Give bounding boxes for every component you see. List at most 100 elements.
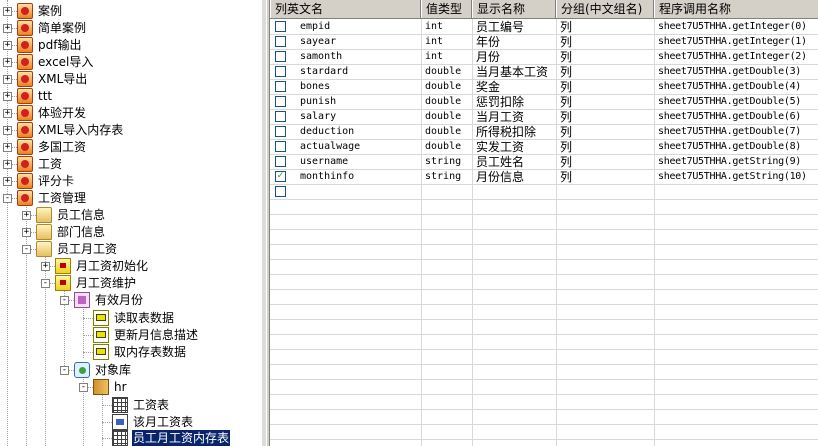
tree-node[interactable]: + XML导入内存表 — [0, 122, 260, 139]
header-display-name[interactable]: 显示名称 — [472, 0, 556, 18]
cell-call-name[interactable]: sheet7U5THHA.getDouble(3) — [654, 65, 818, 79]
tree-node[interactable]: + ttt — [0, 88, 260, 105]
tree-node-label[interactable]: 员工月工资内存表 — [130, 429, 232, 446]
cell-value-type[interactable]: int — [421, 50, 472, 64]
expand-icon[interactable]: + — [3, 177, 12, 186]
table-row[interactable] — [270, 320, 818, 335]
cell-display-name[interactable]: 惩罚扣除 — [472, 95, 556, 109]
table-row[interactable]: bones double 奖金列 sheet7U5THHA.getDouble(4) — [270, 80, 818, 95]
cell-column-name[interactable]: stardard — [296, 65, 421, 79]
cell-column-name[interactable]: monthinfo — [296, 170, 421, 184]
cell-call-name[interactable]: sheet7U5THHA.getString(10) — [654, 170, 818, 184]
cell-group[interactable]: 列 — [556, 125, 654, 139]
table-row[interactable] — [270, 215, 818, 230]
header-column-name[interactable]: 列英文名 — [270, 0, 421, 18]
row-checkbox[interactable]: ✓ — [275, 171, 286, 182]
tree-node-label[interactable]: 工资 — [37, 156, 63, 173]
table-row[interactable] — [270, 410, 818, 425]
tree-node[interactable]: 工资表 — [0, 397, 260, 414]
expand-icon[interactable]: + — [3, 24, 12, 33]
row-checkbox[interactable] — [275, 66, 286, 77]
collapse-icon[interactable]: - — [41, 279, 50, 288]
cell-call-name[interactable]: sheet7U5THHA.getDouble(5) — [654, 95, 818, 109]
table-row[interactable]: ✓ monthinfo string 月份信息列 sheet7U5THHA.getStr… — [270, 170, 818, 185]
tree-node-label[interactable]: 该月工资表 — [132, 414, 194, 431]
cell-call-name[interactable]: sheet7U5THHA.getString(9) — [654, 155, 818, 169]
tree-node[interactable]: 更新月信息描述 — [0, 327, 260, 344]
row-checkbox[interactable] — [275, 36, 286, 47]
expand-icon[interactable]: + — [3, 58, 12, 67]
cell-value-type[interactable] — [421, 185, 472, 199]
table-row[interactable]: actualwage double 实发工资列 sheet7U5THHA.getDou… — [270, 140, 818, 155]
table-row[interactable] — [270, 260, 818, 275]
tree-node-label[interactable]: 取内存表数据 — [113, 344, 187, 361]
table-row[interactable]: deduction double 所得税扣除列 sheet7U5THHA.getDou… — [270, 125, 818, 140]
tree-node-label[interactable]: XML导出 — [37, 71, 88, 88]
cell-column-name[interactable]: username — [296, 155, 421, 169]
cell-value-type[interactable]: double — [421, 125, 472, 139]
tree-node[interactable]: + 多国工资 — [0, 139, 260, 156]
expand-icon[interactable]: + — [3, 143, 12, 152]
tree-node[interactable]: - 有效月份 — [0, 292, 260, 309]
tree-node-label[interactable]: 员工月工资 — [56, 241, 118, 258]
expand-icon[interactable]: + — [41, 262, 50, 271]
tree-node-label[interactable]: 月工资初始化 — [75, 258, 149, 275]
tree-node-label[interactable]: pdf输出 — [37, 37, 82, 54]
tree-node-label[interactable]: 评分卡 — [37, 173, 75, 190]
row-checkbox[interactable] — [275, 21, 286, 32]
tree-node-label[interactable]: 案例 — [37, 3, 63, 20]
tree-node[interactable]: 读取表数据 — [0, 310, 260, 327]
header-call-name[interactable]: 程序调用名称 — [654, 0, 818, 18]
cell-group[interactable]: 列 — [556, 110, 654, 124]
tree-node[interactable]: + 员工信息 — [0, 207, 260, 224]
collapse-icon[interactable]: - — [60, 296, 69, 305]
cell-column-name[interactable]: salary — [296, 110, 421, 124]
table-row[interactable] — [270, 305, 818, 320]
table-row[interactable] — [270, 185, 818, 200]
table-row[interactable]: username string 员工姓名列 sheet7U5THHA.getStrin… — [270, 155, 818, 170]
table-row[interactable]: stardard double 当月基本工资列 sheet7U5THHA.getDou… — [270, 65, 818, 80]
tree-node[interactable]: + 体验开发 — [0, 105, 260, 122]
tree-node-label[interactable]: 更新月信息描述 — [113, 327, 199, 344]
cell-group[interactable]: 列 — [556, 50, 654, 64]
row-checkbox[interactable] — [275, 156, 286, 167]
header-value-type[interactable]: 值类型 — [421, 0, 472, 18]
cell-value-type[interactable]: double — [421, 80, 472, 94]
table-row[interactable] — [270, 275, 818, 290]
tree-node[interactable]: 取内存表数据 — [0, 344, 260, 361]
expand-icon[interactable]: + — [22, 211, 31, 220]
tree-node-label[interactable]: 工资表 — [132, 397, 170, 414]
tree-node[interactable]: + XML导出 — [0, 71, 260, 88]
tree-node[interactable]: - 对象库 — [0, 362, 260, 379]
cell-group[interactable]: 列 — [556, 65, 654, 79]
cell-display-name[interactable]: 年份 — [472, 35, 556, 49]
tree-node-label[interactable]: excel导入 — [37, 54, 94, 71]
cell-value-type[interactable]: double — [421, 65, 472, 79]
row-checkbox[interactable] — [275, 81, 286, 92]
tree-node[interactable]: - hr — [0, 379, 260, 396]
cell-value-type[interactable]: string — [421, 170, 472, 184]
expand-icon[interactable]: + — [3, 41, 12, 50]
tree-node[interactable]: + 案例 — [0, 3, 260, 20]
cell-call-name[interactable]: sheet7U5THHA.getDouble(4) — [654, 80, 818, 94]
cell-group[interactable] — [556, 185, 654, 199]
table-row[interactable]: salary double 当月工资列 sheet7U5THHA.getDouble(… — [270, 110, 818, 125]
table-row[interactable] — [270, 335, 818, 350]
row-checkbox[interactable] — [275, 186, 286, 197]
cell-group[interactable]: 列 — [556, 80, 654, 94]
cell-column-name[interactable]: sayear — [296, 35, 421, 49]
tree-node[interactable]: + 部门信息 — [0, 224, 260, 241]
table-row[interactable] — [270, 365, 818, 380]
table-row[interactable]: empid int 员工编号列 sheet7U5THHA.getInteger(0) — [270, 20, 818, 35]
tree-node[interactable]: - 月工资维护 — [0, 275, 260, 292]
row-checkbox[interactable] — [275, 126, 286, 137]
table-row[interactable] — [270, 350, 818, 365]
cell-call-name[interactable] — [654, 185, 818, 199]
cell-call-name[interactable]: sheet7U5THHA.getDouble(6) — [654, 110, 818, 124]
header-group[interactable]: 分组(中文组名) — [556, 0, 654, 18]
tree-node-label[interactable]: 员工信息 — [56, 207, 106, 224]
tree-node-label[interactable]: hr — [113, 379, 128, 396]
tree-node-label[interactable]: 体验开发 — [37, 105, 87, 122]
expand-icon[interactable]: + — [3, 75, 12, 84]
cell-group[interactable]: 列 — [556, 35, 654, 49]
